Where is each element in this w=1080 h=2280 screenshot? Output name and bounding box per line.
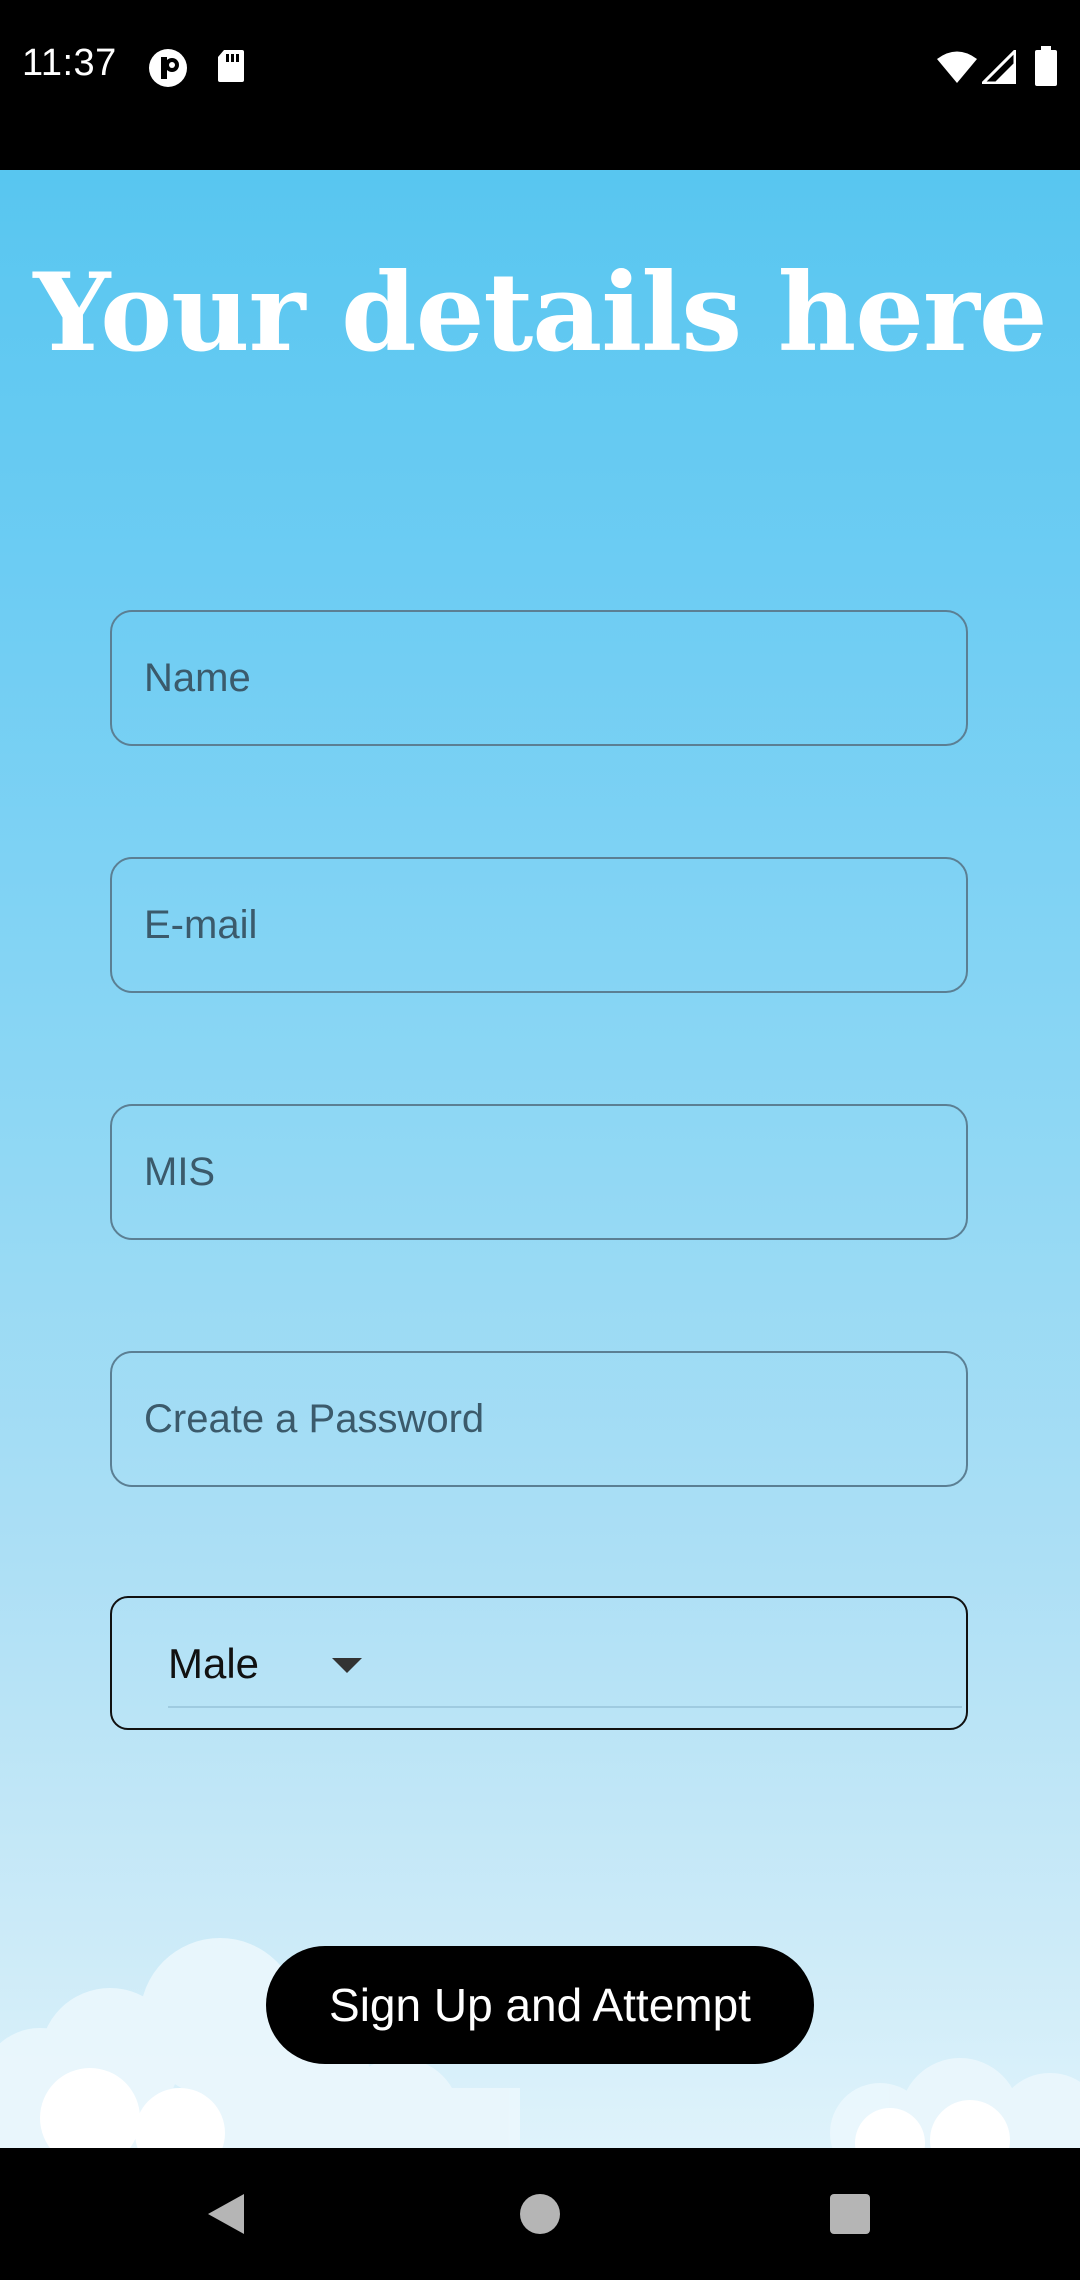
recents-icon[interactable] <box>828 2192 872 2236</box>
dropdown-arrow-icon[interactable] <box>332 1658 362 1673</box>
battery-icon <box>1034 46 1058 91</box>
password-field[interactable]: Create a Password <box>110 1351 968 1487</box>
navigation-bar <box>0 2148 1080 2280</box>
gender-selected-value: Male <box>168 1640 260 1687</box>
name-placeholder: Name <box>144 656 251 700</box>
dropdown-underline <box>168 1706 962 1708</box>
status-time: 11:37 <box>22 42 117 84</box>
screen: 11:37 Your details here Name E-mail MIS … <box>0 0 1080 2280</box>
wifi-icon <box>936 50 978 89</box>
home-icon[interactable] <box>518 2192 562 2236</box>
sd-card-icon <box>216 48 246 89</box>
signup-form-page: Your details here Name E-mail MIS Create… <box>0 170 1080 2148</box>
name-field[interactable]: Name <box>110 610 968 746</box>
p-circle-icon <box>148 48 188 93</box>
gender-dropdown[interactable]: Male <box>110 1596 968 1730</box>
email-placeholder: E-mail <box>144 903 258 947</box>
mis-placeholder: MIS <box>144 1150 216 1194</box>
back-icon[interactable] <box>204 2192 248 2236</box>
signup-button[interactable]: Sign Up and Attempt <box>266 1946 814 2064</box>
page-title: Your details here <box>33 250 1047 376</box>
email-field[interactable]: E-mail <box>110 857 968 993</box>
password-placeholder: Create a Password <box>144 1397 485 1441</box>
signal-icon <box>979 47 1017 89</box>
status-bar: 11:37 <box>0 0 1080 170</box>
mis-field[interactable]: MIS <box>110 1104 968 1240</box>
